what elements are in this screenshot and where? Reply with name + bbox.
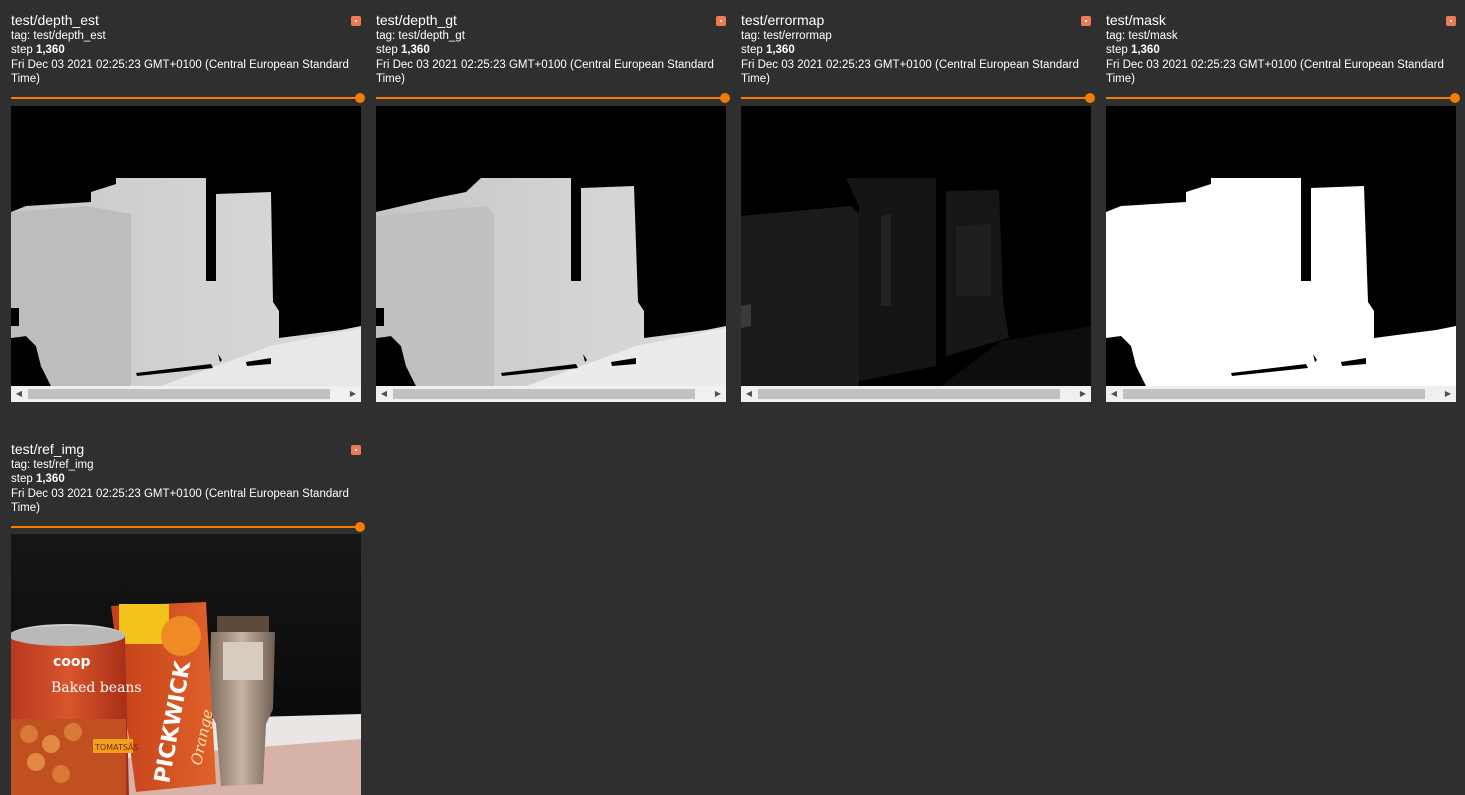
card-image <box>11 106 361 386</box>
card-tag: tag: test/ref_img <box>11 459 94 471</box>
arrow-right-icon[interactable]: ▶ <box>345 386 361 402</box>
expand-icon[interactable] <box>351 16 361 26</box>
card-title: test/mask <box>1106 12 1166 28</box>
step-slider[interactable] <box>376 93 730 103</box>
horizontal-scrollbar[interactable]: ◀ ▶ <box>1106 386 1456 402</box>
card-step: step 1,360 <box>11 44 65 56</box>
photo-can-sub: TOMATSÅS <box>94 741 138 752</box>
horizontal-scrollbar[interactable]: ◀ ▶ <box>11 386 361 402</box>
arrow-left-icon[interactable]: ◀ <box>1106 386 1122 402</box>
card-tag: tag: test/depth_est <box>11 30 106 42</box>
arrow-right-icon[interactable]: ▶ <box>710 386 726 402</box>
card-image <box>376 106 726 386</box>
card-title: test/ref_img <box>11 441 85 457</box>
photo-can-brand: coop <box>53 654 91 670</box>
step-slider[interactable] <box>11 522 365 532</box>
image-card-mask: test/mask tag: test/mask step 1,360 Fri … <box>1106 12 1460 402</box>
card-tag: tag: test/errormap <box>741 30 832 42</box>
arrow-right-icon[interactable]: ▶ <box>1440 386 1456 402</box>
card-date: Fri Dec 03 2021 02:25:23 GMT+0100 (Centr… <box>11 59 349 85</box>
scrollbar-thumb[interactable] <box>758 389 1060 399</box>
card-step: step 1,360 <box>741 44 795 56</box>
card-date: Fri Dec 03 2021 02:25:23 GMT+0100 (Centr… <box>741 59 1079 85</box>
card-image: PICKWICK Orange coop Baked beans TOMATSÅ… <box>11 534 361 795</box>
expand-icon[interactable] <box>716 16 726 26</box>
expand-icon[interactable] <box>351 445 361 455</box>
image-card-depth-est: test/depth_est tag: test/depth_est step … <box>11 12 365 402</box>
card-date: Fri Dec 03 2021 02:25:23 GMT+0100 (Centr… <box>11 488 349 514</box>
card-step: step 1,360 <box>1106 44 1160 56</box>
scrollbar-thumb[interactable] <box>1123 389 1425 399</box>
card-image <box>1106 106 1456 386</box>
expand-icon[interactable] <box>1081 16 1091 26</box>
arrow-left-icon[interactable]: ◀ <box>376 386 392 402</box>
horizontal-scrollbar[interactable]: ◀ ▶ <box>376 386 726 402</box>
image-card-errormap: test/errormap tag: test/errormap step 1,… <box>741 12 1095 402</box>
card-step: step 1,360 <box>11 473 65 485</box>
step-slider[interactable] <box>1106 93 1460 103</box>
arrow-left-icon[interactable]: ◀ <box>11 386 27 402</box>
photo-can-label: Baked beans <box>51 680 142 696</box>
expand-icon[interactable] <box>1446 16 1456 26</box>
card-title: test/depth_gt <box>376 12 457 28</box>
arrow-left-icon[interactable]: ◀ <box>741 386 757 402</box>
card-image <box>741 106 1091 386</box>
card-step: step 1,360 <box>376 44 430 56</box>
scrollbar-thumb[interactable] <box>28 389 330 399</box>
card-tag: tag: test/mask <box>1106 30 1178 42</box>
card-title: test/depth_est <box>11 12 99 28</box>
card-date: Fri Dec 03 2021 02:25:23 GMT+0100 (Centr… <box>1106 59 1444 85</box>
card-title: test/errormap <box>741 12 825 28</box>
step-slider[interactable] <box>741 93 1095 103</box>
card-tag: tag: test/depth_gt <box>376 30 465 42</box>
image-card-ref-img: test/ref_img tag: test/ref_img step 1,36… <box>11 441 365 795</box>
image-card-depth-gt: test/depth_gt tag: test/depth_gt step 1,… <box>376 12 730 402</box>
card-date: Fri Dec 03 2021 02:25:23 GMT+0100 (Centr… <box>376 59 714 85</box>
step-slider[interactable] <box>11 93 365 103</box>
arrow-right-icon[interactable]: ▶ <box>1075 386 1091 402</box>
horizontal-scrollbar[interactable]: ◀ ▶ <box>741 386 1091 402</box>
scrollbar-thumb[interactable] <box>393 389 695 399</box>
